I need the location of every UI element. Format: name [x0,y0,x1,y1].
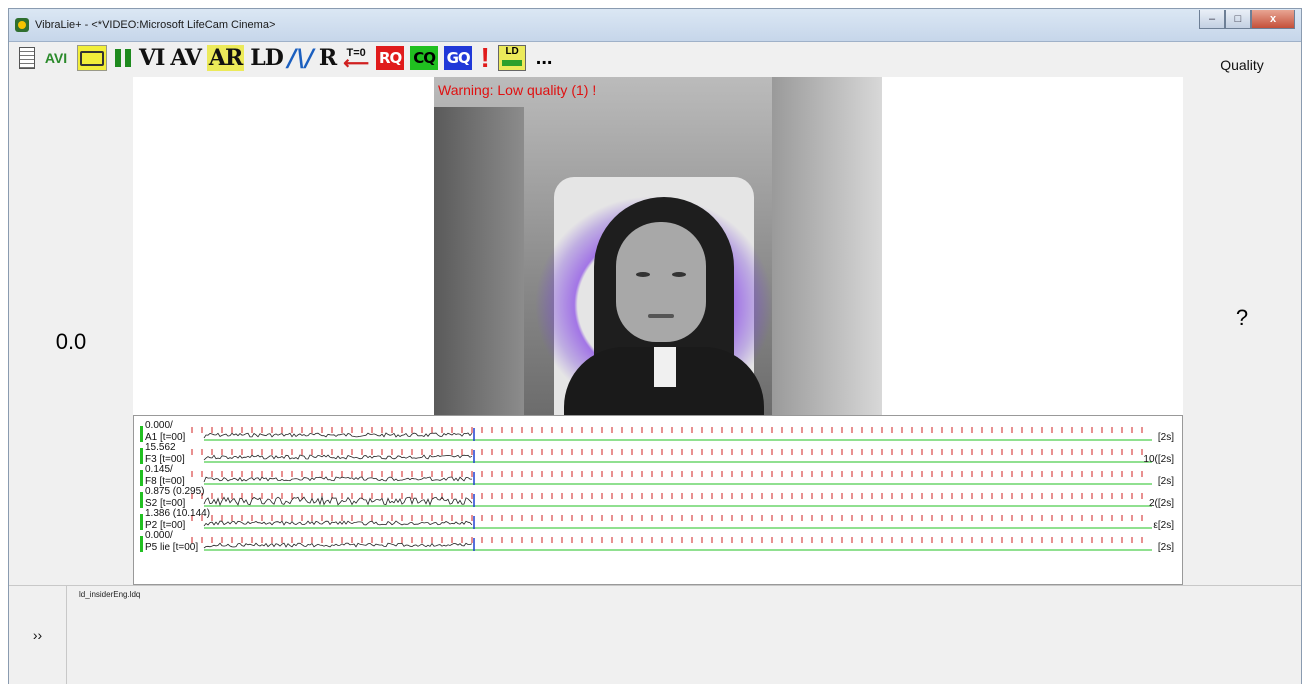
trace-signal [203,454,473,461]
quality-value: ? [1235,305,1249,330]
ar-button[interactable]: AR [206,45,245,71]
minimize-button[interactable]: – [1199,10,1225,29]
trace-signal [203,432,473,439]
background-shelf-right [772,77,882,415]
toolbar: AVI VI AV AR LD /\/ R T=0 ⟵ RQ CQ GQ ! LD… [19,42,556,73]
trace-window-label: 2([2s] [1148,498,1174,509]
trace-plot [191,493,1152,507]
trace-plot [191,537,1152,551]
person-face [616,222,706,342]
trace-label: P5 lie [t=00] [145,542,199,553]
trace-panel: 0.000/A1 [t=00] [2s] 15.562 F3 [t=00] 10([2s… [133,415,1183,585]
trace-row: 0.875 (0.295) S2 [t=00] 2([2s] [134,486,1182,512]
trace-level-bar [140,448,143,464]
pause-button[interactable] [113,45,133,71]
avi-button[interactable]: AVI [41,45,71,71]
trace-top-value: 0.145/ [145,464,173,475]
trace-signal [203,520,473,527]
quality-warning: Warning: Low quality (1) ! [438,82,597,98]
close-button[interactable]: x [1251,10,1295,29]
trace-top-value: 0.000/ [145,530,173,541]
gq-button[interactable]: GQ [444,46,473,70]
trace-row: 0.000/P5 lie [t=00] [2s] [134,530,1182,556]
reset-time-button[interactable]: T=0 ⟵ [342,45,370,73]
person-torso [564,347,764,415]
quality-label: Quality [1220,57,1264,73]
trace-level-bar [140,536,143,552]
eye-right [672,272,686,277]
score-panel: 0.0 [9,77,133,585]
more-button[interactable]: ... [532,45,556,71]
trace-row: 0.000/A1 [t=00] [2s] [134,420,1182,446]
ld-small-label: LD [505,46,519,57]
score-value: 0.0 [55,329,87,354]
waveform-icon[interactable]: /\/ [288,44,314,72]
alert-button[interactable]: ! [478,42,492,73]
pause-bar-right [125,49,131,67]
expand-button[interactable]: ›› [9,586,67,684]
arrow-left-icon: ⟵ [343,53,370,73]
app-icon [15,18,29,32]
background-shelf-left [434,107,524,415]
trace-window-label: [2s] [1157,432,1174,443]
trace-level-bar [140,492,143,508]
trace-plot [191,471,1152,485]
trace-row: 0.145/F8 [t=00] [2s] [134,464,1182,490]
bottom-panel: ›› ld_insiderEng.ldq [9,585,1301,684]
trace-plot [191,449,1152,463]
document-icon[interactable] [19,47,35,69]
ld-arrow-button[interactable]: LD [498,45,527,71]
trace-window-label: [2s] [1157,542,1174,553]
mouth [648,314,674,318]
title-bar: VibraLie+ - <*VIDEO:Microsoft LifeCam Ci… [9,9,1301,42]
trace-signal [203,542,473,549]
window-title: VibraLie+ - <*VIDEO:Microsoft LifeCam Ci… [35,19,276,31]
app-window: VibraLie+ - <*VIDEO:Microsoft LifeCam Ci… [8,8,1302,684]
r-button[interactable]: R [319,45,337,71]
trace-top-value: 0.875 (0.295) [145,486,205,497]
trace-top-value: 1.386 (10.144) [145,508,211,519]
trace-row: 15.562 F3 [t=00] 10([2s] [134,442,1182,468]
file-label: ld_insiderEng.ldq [79,590,141,599]
camera-shape [80,50,104,66]
cq-button[interactable]: CQ [410,46,439,70]
maximize-button[interactable]: □ [1225,10,1251,29]
camera-icon[interactable] [77,45,107,71]
video-feed: Warning: Low quality (1) ! [434,77,882,415]
trace-plot [191,427,1152,441]
rq-button[interactable]: RQ [376,46,405,70]
trace-window-label: 10([2s] [1143,454,1174,465]
arrow-right-icon [502,60,523,66]
trace-level-bar [140,470,143,486]
vi-button[interactable]: VI [139,45,165,71]
trace-top-value: 15.562 [145,442,176,453]
ld-button[interactable]: LD [250,45,284,71]
trace-signal [203,476,472,483]
window-controls: – □ x [1199,10,1295,30]
trace-row: 1.386 (10.144) P2 [t=00] ε[2s] [134,508,1182,534]
pause-bar-left [115,49,121,67]
trace-top-value: 0.000/ [145,420,173,431]
eye-left [636,272,650,277]
trace-window-label: ε[2s] [1153,520,1174,531]
trace-level-bar [140,426,143,442]
trace-level-bar [140,514,143,530]
quality-panel: Quality ? [1183,43,1301,585]
person-collar [654,347,676,387]
av-button[interactable]: AV [170,45,202,71]
trace-window-label: [2s] [1157,476,1174,487]
trace-plot [191,515,1152,529]
